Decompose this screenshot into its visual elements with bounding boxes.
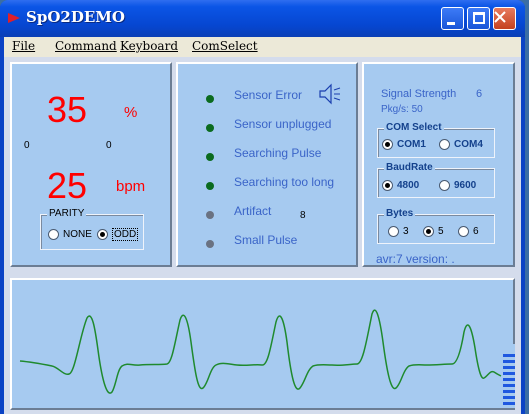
spo2-value: 35 xyxy=(47,89,88,130)
baud-9600-label: 9600 xyxy=(454,180,477,191)
bytes-6-radio[interactable] xyxy=(458,226,469,237)
com1-label: COM1 xyxy=(397,139,426,150)
menu-keyboard[interactable]: Keyboard xyxy=(120,39,178,53)
status-small-pulse: Small Pulse xyxy=(234,233,298,247)
status-panel: Sensor Error Sensor unplugged Searching … xyxy=(176,62,358,267)
packets-per-second: Pkg/s: 50 xyxy=(381,104,423,115)
com4-radio[interactable] xyxy=(439,139,450,150)
bytes-3-radio[interactable] xyxy=(388,226,399,237)
close-icon xyxy=(494,11,506,23)
status-sensor-error: Sensor Error xyxy=(234,88,303,102)
baud-rate-title: BaudRate xyxy=(384,162,435,173)
version-text: avr:7 version: . xyxy=(376,252,455,266)
baud-rate-group: BaudRate 4800 9600 xyxy=(377,162,495,198)
speaker-icon xyxy=(319,83,341,105)
status-led xyxy=(206,153,214,161)
bytes-5-label: 5 xyxy=(438,226,444,237)
bytes-6-label: 6 xyxy=(473,226,479,237)
level-segment xyxy=(503,378,515,381)
pleth-trace xyxy=(19,309,502,394)
bytes-group: Bytes 3 5 6 xyxy=(377,208,495,244)
parity-title: PARITY xyxy=(47,208,87,219)
aux-right-value: 0 xyxy=(106,140,112,151)
bytes-5-radio[interactable] xyxy=(423,226,434,237)
minimize-button[interactable] xyxy=(441,7,464,30)
bytes-title: Bytes xyxy=(384,208,416,219)
level-segment xyxy=(503,402,515,405)
com4-label: COM4 xyxy=(454,139,483,150)
status-led xyxy=(206,211,214,219)
pulse-unit: bpm xyxy=(116,178,146,195)
pulse-value: 25 xyxy=(47,165,88,206)
signal-strength-value: 6 xyxy=(476,88,483,100)
level-segment xyxy=(503,396,515,399)
spo2-unit: % xyxy=(124,104,138,121)
menu-command[interactable]: Command xyxy=(55,39,117,53)
menu-comselect[interactable]: ComSelect xyxy=(192,39,258,53)
minimize-icon xyxy=(447,22,455,25)
waveform-panel xyxy=(10,278,515,410)
artifact-count: 8 xyxy=(300,210,306,221)
title-bar[interactable]: SpO2DEMO xyxy=(0,0,525,37)
aux-left-value: 0 xyxy=(24,140,30,151)
com1-radio[interactable] xyxy=(382,139,393,150)
client-area: 35 % 0 0 25 bpm PARITY NONE ODD Sensor E… xyxy=(4,57,521,414)
level-segment xyxy=(503,390,515,393)
status-searching-too-long: Searching too long xyxy=(234,175,335,189)
status-led xyxy=(206,182,214,190)
level-segment xyxy=(503,372,515,375)
close-button[interactable] xyxy=(493,7,516,30)
com-select-title: COM Select xyxy=(384,122,444,133)
status-led xyxy=(206,124,214,132)
maximize-icon xyxy=(473,12,485,24)
parity-odd-label: ODD xyxy=(112,228,139,241)
parity-none-label: NONE xyxy=(63,229,92,240)
signal-strength-label: Signal Strength xyxy=(381,88,457,100)
settings-panel: Signal Strength 6 Pkg/s: 50 COM Select C… xyxy=(362,62,515,267)
signal-level-bar xyxy=(503,344,515,408)
parity-none-radio[interactable] xyxy=(48,229,59,240)
level-segment xyxy=(503,354,515,357)
status-sensor-unplugged: Sensor unplugged xyxy=(234,117,332,131)
bytes-3-label: 3 xyxy=(403,226,409,237)
baud-9600-radio[interactable] xyxy=(439,180,450,191)
maximize-button[interactable] xyxy=(467,7,490,30)
pleth-waveform xyxy=(19,309,502,394)
level-segment xyxy=(503,366,515,369)
status-led xyxy=(206,95,214,103)
parity-odd-radio[interactable] xyxy=(97,229,108,240)
menu-file[interactable]: File xyxy=(12,39,35,53)
measurement-panel: 35 % 0 0 25 bpm PARITY NONE ODD xyxy=(10,62,172,267)
parity-group: PARITY NONE ODD xyxy=(40,208,144,250)
app-window: SpO2DEMO File Command Keyboard ComSelect… xyxy=(0,0,525,414)
level-segment xyxy=(503,384,515,387)
baud-4800-radio[interactable] xyxy=(382,180,393,191)
baud-4800-label: 4800 xyxy=(397,180,420,191)
status-artifact: Artifact xyxy=(234,204,272,218)
status-led xyxy=(206,240,214,248)
com-select-group: COM Select COM1 COM4 xyxy=(377,122,495,158)
window-title: SpO2DEMO xyxy=(26,8,125,26)
level-segment xyxy=(503,360,515,363)
menu-bar: File Command Keyboard ComSelect xyxy=(4,37,521,57)
app-icon xyxy=(8,13,20,23)
status-searching-pulse: Searching Pulse xyxy=(234,146,322,160)
